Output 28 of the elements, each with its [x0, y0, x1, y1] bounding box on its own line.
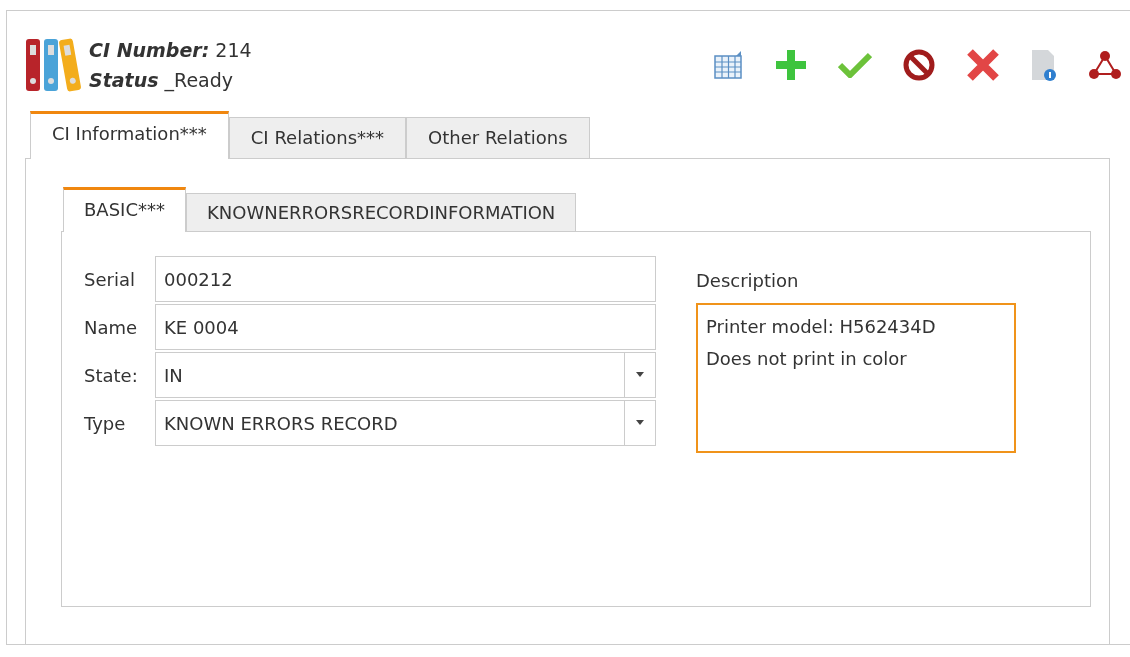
input-field[interactable]: KE 0004 — [155, 304, 656, 350]
ci-number: 214 — [215, 39, 252, 61]
caret-icon — [635, 372, 645, 378]
field-label: Description — [696, 270, 800, 291]
field-label: Type — [84, 412, 127, 434]
tab[interactable]: BASIC*** — [63, 187, 186, 232]
relations-icon[interactable] — [1088, 50, 1122, 80]
tab[interactable]: KNOWNERRORSRECORDINFORMATION — [185, 193, 577, 231]
field-label: Serial — [84, 268, 136, 290]
delete-icon[interactable] — [966, 48, 1000, 82]
ci-number-label: CI Number: — [89, 39, 210, 61]
input-field[interactable]: 000212 — [155, 256, 656, 302]
check-icon[interactable] — [838, 52, 872, 78]
tab[interactable]: CI Information*** — [30, 111, 229, 159]
status-value: _Ready — [164, 69, 234, 91]
tab[interactable]: Other Relations — [406, 117, 590, 158]
status-label: Status — [89, 69, 159, 91]
dropdown[interactable]: IN — [155, 352, 656, 398]
tab[interactable]: CI Relations*** — [228, 117, 407, 158]
description-field[interactable]: Printer model: H562434D Does not print in color — [696, 303, 1016, 453]
field-label: Name — [84, 316, 139, 338]
document-info-icon[interactable] — [1030, 48, 1058, 82]
cancel-icon[interactable] — [902, 48, 936, 82]
field-label: State: — [84, 364, 139, 386]
table-icon[interactable] — [714, 50, 744, 80]
caret-icon — [635, 420, 645, 426]
add-icon[interactable] — [774, 48, 808, 82]
dropdown[interactable]: KNOWN ERRORS RECORD — [155, 400, 656, 446]
